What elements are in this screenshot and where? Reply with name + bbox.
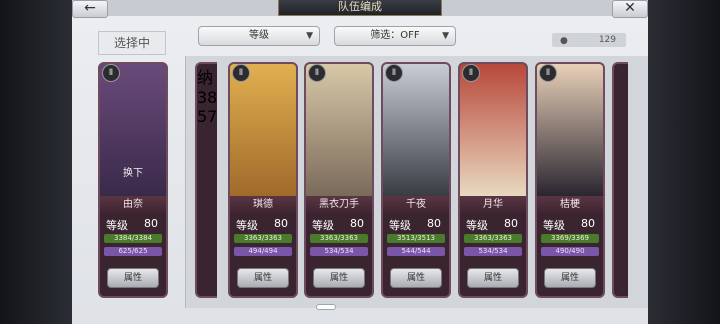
character-card[interactable]: Ⅱ 桔梗 等级 80 3369/3369 490/490 属性 bbox=[535, 62, 605, 298]
filter-dropdown-label: 筛选：OFF bbox=[370, 30, 420, 41]
character-card[interactable]: Ⅱ 琪德 等级 80 3363/3363 494/494 属性 bbox=[228, 62, 298, 298]
selected-label: 选择中 bbox=[98, 31, 166, 55]
close-icon: ✕ bbox=[624, 0, 636, 16]
level-label: 等级 bbox=[312, 219, 334, 232]
attributes-button[interactable]: 属性 bbox=[467, 268, 519, 288]
character-name: 月华 bbox=[460, 196, 526, 213]
hp-bar: 3384/3384 bbox=[104, 234, 162, 243]
mp-bar: 494/494 bbox=[234, 247, 292, 256]
sort-dropdown[interactable]: 等级 ▼ bbox=[198, 26, 320, 46]
character-name: 纳 bbox=[197, 68, 214, 87]
character-name: 由奈 bbox=[100, 196, 166, 213]
swap-label: 换下 bbox=[123, 168, 143, 179]
rarity-badge: Ⅱ bbox=[308, 64, 326, 82]
scroll-indicator[interactable] bbox=[316, 304, 336, 310]
hp-bar: 3363/3363 bbox=[310, 234, 368, 243]
left-backdrop bbox=[0, 0, 72, 324]
user-icon: ● bbox=[560, 36, 568, 46]
hp-bar: 3363/3363 bbox=[464, 234, 522, 243]
level-value: 80 bbox=[504, 217, 518, 230]
attributes-button[interactable]: 属性 bbox=[237, 268, 289, 288]
attributes-button[interactable]: 属性 bbox=[313, 268, 365, 288]
level-label: 等级 bbox=[106, 219, 128, 232]
hp-bar: 3513/3513 bbox=[387, 234, 445, 243]
roster-count: ● 129 bbox=[552, 33, 626, 47]
partial-character-card[interactable] bbox=[612, 62, 628, 298]
character-portrait bbox=[230, 64, 296, 196]
rarity-badge: Ⅱ bbox=[385, 64, 403, 82]
back-button[interactable]: ← bbox=[72, 0, 108, 18]
hp-bar: 386 bbox=[197, 88, 217, 107]
mp-bar: 534/534 bbox=[464, 247, 522, 256]
rarity-badge: Ⅱ bbox=[102, 64, 120, 82]
close-button[interactable]: ✕ bbox=[612, 0, 648, 18]
level-value: 80 bbox=[427, 217, 441, 230]
partial-character-card[interactable]: 纳 386 571 bbox=[195, 62, 217, 298]
rarity-badge: Ⅱ bbox=[462, 64, 480, 82]
level-value: 80 bbox=[274, 217, 288, 230]
rarity-badge: Ⅱ bbox=[539, 64, 557, 82]
level-label: 等级 bbox=[236, 219, 258, 232]
chevron-down-icon: ▼ bbox=[306, 31, 313, 41]
right-backdrop bbox=[648, 0, 720, 324]
mp-bar: 571 bbox=[197, 107, 217, 126]
level-label: 等级 bbox=[389, 219, 411, 232]
selected-character-card[interactable]: Ⅱ 换下 由奈 等级 80 3384/3384 625/625 属性 bbox=[98, 62, 168, 298]
mp-bar: 490/490 bbox=[541, 247, 599, 256]
character-portrait bbox=[383, 64, 449, 196]
attributes-button[interactable]: 属性 bbox=[544, 268, 596, 288]
mp-bar: 534/534 bbox=[310, 247, 368, 256]
level-label: 等级 bbox=[466, 219, 488, 232]
rarity-badge: Ⅱ bbox=[232, 64, 250, 82]
attributes-button[interactable]: 属性 bbox=[390, 268, 442, 288]
filter-dropdown[interactable]: 筛选：OFF ▼ bbox=[334, 26, 456, 46]
character-portrait bbox=[537, 64, 603, 196]
character-card[interactable]: Ⅱ 月华 等级 80 3363/3363 534/534 属性 bbox=[458, 62, 528, 298]
hp-bar: 3363/3363 bbox=[234, 234, 292, 243]
level-value: 80 bbox=[350, 217, 364, 230]
roster-count-value: 129 bbox=[598, 35, 616, 45]
mp-bar: 625/625 bbox=[104, 247, 162, 256]
chevron-down-icon: ▼ bbox=[442, 31, 449, 41]
character-card[interactable]: Ⅱ 黑衣刀手 等级 80 3363/3363 534/534 属性 bbox=[304, 62, 374, 298]
level-label: 等级 bbox=[543, 219, 565, 232]
character-portrait bbox=[460, 64, 526, 196]
level-value: 80 bbox=[144, 217, 158, 230]
window-title: 队伍编成 bbox=[278, 0, 442, 16]
back-arrow-icon: ← bbox=[84, 0, 96, 16]
character-name: 桔梗 bbox=[537, 196, 603, 213]
character-name: 千夜 bbox=[383, 196, 449, 213]
character-portrait bbox=[306, 64, 372, 196]
attributes-button[interactable]: 属性 bbox=[107, 268, 159, 288]
character-card[interactable]: Ⅱ 千夜 等级 80 3513/3513 544/544 属性 bbox=[381, 62, 451, 298]
team-formation-panel: 队伍编成 ← ✕ 选择中 等级 ▼ 筛选：OFF ▼ ● 129 Ⅱ 换下 由奈… bbox=[72, 0, 648, 324]
character-name: 琪德 bbox=[230, 196, 296, 213]
hp-bar: 3369/3369 bbox=[541, 234, 599, 243]
level-value: 80 bbox=[581, 217, 595, 230]
sort-dropdown-label: 等级 bbox=[249, 30, 269, 41]
mp-bar: 544/544 bbox=[387, 247, 445, 256]
character-name: 黑衣刀手 bbox=[306, 196, 372, 213]
